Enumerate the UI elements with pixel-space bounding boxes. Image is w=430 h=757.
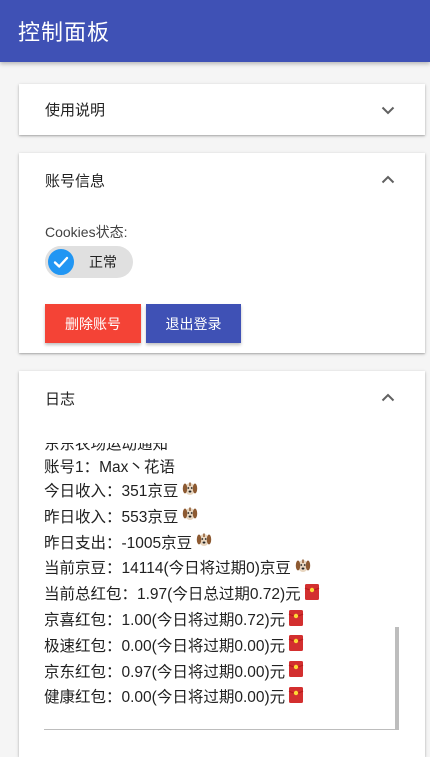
panel-usage-title: 使用说明: [45, 102, 106, 119]
log-scrollbar[interactable]: [395, 627, 399, 730]
panel-account-title: 账号信息: [45, 172, 106, 190]
chevron-down-icon: [381, 103, 395, 117]
app-title: 控制面板: [18, 20, 111, 45]
dog-icon: [195, 531, 213, 557]
panel-log-header[interactable]: 日志: [19, 371, 425, 425]
panel-usage: 使用说明: [19, 84, 425, 135]
red-packet-icon: [288, 634, 304, 660]
app-bar: 控制面板: [0, 0, 430, 62]
dog-icon: [181, 480, 199, 506]
log-line: 极速红包：0.00(今日将过期0.00)元: [44, 634, 399, 660]
log-line: 昨日收入：553京豆: [44, 505, 399, 531]
red-packet-icon: [288, 660, 304, 686]
panel-log-title: 日志: [45, 390, 76, 408]
panel-log: 日志 东东农场运动通知 账号1：Max丶花语 今日收入：351京豆 昨日收入：5…: [19, 371, 425, 757]
log-line: 当前京豆：14114(今日将过期0)京豆: [44, 557, 399, 583]
dog-icon: [294, 557, 312, 583]
log-line: 当前总红包：1.97(今日总过期0.72)元: [44, 583, 399, 609]
log-line: 京喜红包：1.00(今日将过期0.72)元: [44, 609, 399, 635]
log-line: 健康红包：0.00(今日将过期0.00)元: [44, 686, 399, 712]
log-textarea[interactable]: 东东农场运动通知 账号1：Max丶花语 今日收入：351京豆 昨日收入：553京…: [44, 443, 399, 730]
log-line: 今日收入：351京豆: [44, 480, 399, 506]
red-packet-icon: [304, 583, 320, 609]
log-line: 东东农场运动通知: [44, 443, 169, 453]
log-line: 昨日支出：-1005京豆: [44, 531, 399, 557]
red-packet-icon: [288, 609, 304, 635]
delete-account-button[interactable]: 删除账号: [45, 304, 141, 343]
red-packet-icon: [288, 686, 304, 712]
cookie-status-value: 正常: [89, 254, 117, 270]
logout-button[interactable]: 退出登录: [146, 304, 241, 343]
account-actions: 删除账号 退出登录: [45, 304, 399, 343]
chevron-up-icon: [381, 173, 395, 187]
log-content: 东东农场运动通知 账号1：Max丶花语 今日收入：351京豆 昨日收入：553京…: [44, 443, 399, 712]
log-line: 京东红包：0.97(今日将过期0.00)元: [44, 660, 399, 686]
panel-account: 账号信息 Cookies状态: 正常 删除账号 退出登录: [19, 153, 425, 353]
chevron-up-icon: [381, 391, 395, 405]
panel-account-header[interactable]: 账号信息: [19, 153, 425, 207]
cookie-status-chip: 正常: [45, 246, 133, 278]
account-body: Cookies状态: 正常 删除账号 退出登录: [19, 222, 425, 343]
cookie-status-label: Cookies状态:: [45, 224, 128, 240]
dog-icon: [181, 505, 199, 531]
log-bottom-border: [44, 729, 397, 730]
log-line: 账号1：Max丶花语: [44, 458, 175, 476]
panel-usage-header[interactable]: 使用说明: [19, 84, 425, 135]
check-circle-icon: [45, 246, 77, 278]
